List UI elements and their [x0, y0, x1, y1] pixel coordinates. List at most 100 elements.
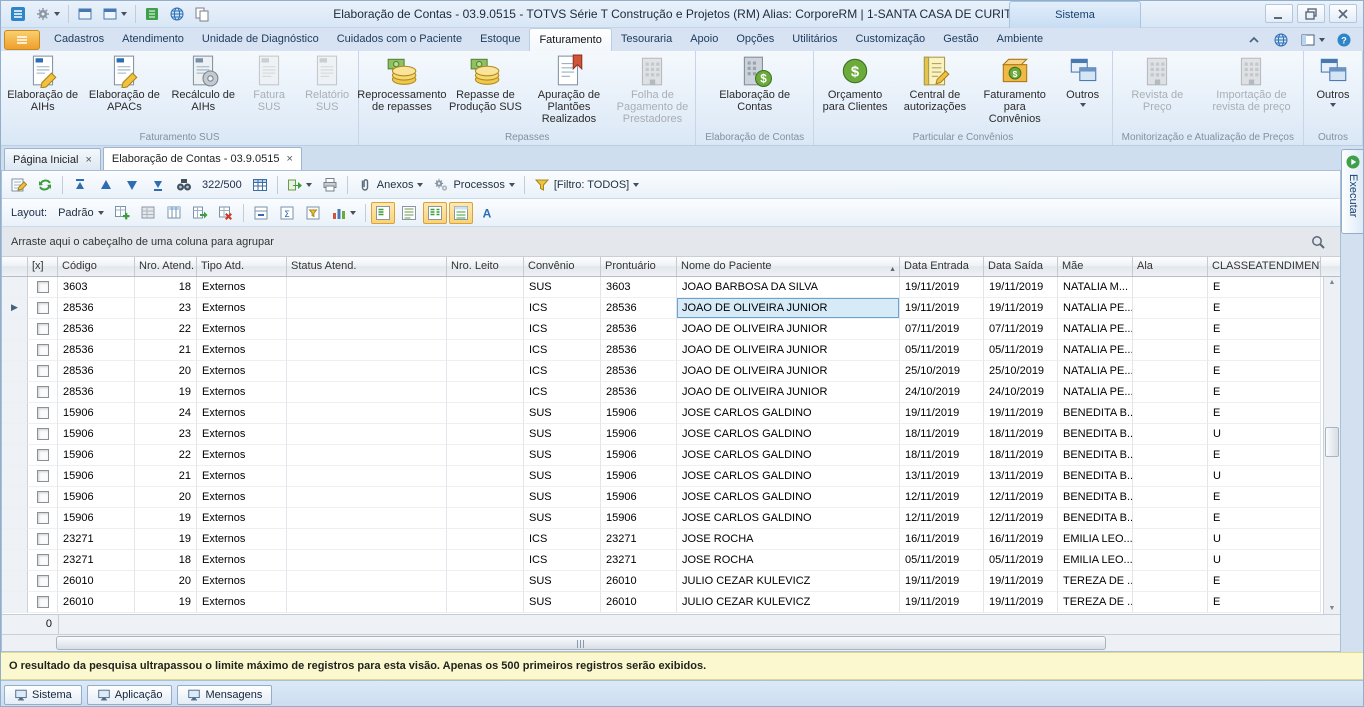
cell-nro-atend[interactable]: 22	[135, 319, 197, 340]
cell-classeatendimento[interactable]: U	[1208, 466, 1321, 487]
cell-ala[interactable]	[1133, 361, 1208, 382]
cell-mae[interactable]: BENEDITA B...	[1058, 466, 1133, 487]
cell-classeatendimento[interactable]: E	[1208, 319, 1321, 340]
table-row[interactable]: 1590622ExternosSUS15906JOSE CARLOS GALDI…	[2, 445, 1321, 466]
cell-mae[interactable]: TEREZA DE ...	[1058, 571, 1133, 592]
cell-x[interactable]	[28, 529, 58, 550]
globe-button[interactable]	[165, 3, 189, 25]
cell-convenio[interactable]: ICS	[524, 298, 601, 319]
delete-layout-button[interactable]	[214, 202, 238, 224]
cell-nome-do-paciente[interactable]: JOAO DE OLIVEIRA JUNIOR	[677, 340, 900, 361]
print-button[interactable]	[318, 174, 342, 196]
cell-data-saida[interactable]: 05/11/2019	[984, 550, 1058, 571]
cell-classeatendimento[interactable]: U	[1208, 550, 1321, 571]
cell-data-saida[interactable]: 16/11/2019	[984, 529, 1058, 550]
cell-ala[interactable]	[1133, 445, 1208, 466]
cell-status-atend[interactable]	[287, 487, 447, 508]
cell-nro-leito[interactable]	[447, 550, 524, 571]
cell-codigo[interactable]: 15906	[58, 403, 135, 424]
row-checkbox[interactable]	[37, 323, 49, 335]
column-header-convenio[interactable]: Convênio	[524, 257, 601, 276]
view-toggle-2[interactable]	[397, 202, 421, 224]
cell-convenio[interactable]: ICS	[524, 529, 601, 550]
cell-nro-atend[interactable]: 23	[135, 298, 197, 319]
cell-status-atend[interactable]	[287, 550, 447, 571]
cell-mae[interactable]: NATALIA PE...	[1058, 361, 1133, 382]
cell-classeatendimento[interactable]: E	[1208, 445, 1321, 466]
cell-prontuario[interactable]: 15906	[601, 424, 677, 445]
cell-data-entrada[interactable]: 19/11/2019	[900, 592, 984, 613]
cell-nome-do-paciente[interactable]: JOSE ROCHA	[677, 550, 900, 571]
cell-codigo[interactable]: 3603	[58, 277, 135, 298]
search-records-button[interactable]	[172, 174, 196, 196]
cell-ala[interactable]	[1133, 592, 1208, 613]
cell-prontuario[interactable]: 23271	[601, 550, 677, 571]
column-header-data-entrada[interactable]: Data Entrada	[900, 257, 984, 276]
cell-data-entrada[interactable]: 12/11/2019	[900, 487, 984, 508]
cell-x[interactable]	[28, 298, 58, 319]
ribbon-tab-ambiente[interactable]: Ambiente	[988, 29, 1052, 51]
cell-convenio[interactable]: ICS	[524, 340, 601, 361]
cell-ala[interactable]	[1133, 298, 1208, 319]
row-checkbox[interactable]	[37, 491, 49, 503]
cell-nome-do-paciente[interactable]: JOSE CARLOS GALDINO	[677, 424, 900, 445]
cell-prontuario[interactable]: 15906	[601, 466, 677, 487]
cell-tipo-atd[interactable]: Externos	[197, 340, 287, 361]
cell-data-entrada[interactable]: 19/11/2019	[900, 403, 984, 424]
cell-tipo-atd[interactable]: Externos	[197, 298, 287, 319]
ribbon-item-repasse-de-producao-sus[interactable]: Repasse de Produção SUS	[444, 53, 528, 114]
column-header-nome-do-paciente[interactable]: Nome do Paciente▲	[677, 257, 900, 276]
edit-record-button[interactable]	[7, 174, 31, 196]
row-checkbox[interactable]	[37, 302, 49, 314]
new-layout-button[interactable]	[110, 202, 134, 224]
cell-nro-leito[interactable]	[447, 571, 524, 592]
cell-tipo-atd[interactable]: Externos	[197, 424, 287, 445]
cell-data-entrada[interactable]: 19/11/2019	[900, 571, 984, 592]
cell-x[interactable]	[28, 445, 58, 466]
cell-nome-do-paciente[interactable]: JOSE CARLOS GALDINO	[677, 403, 900, 424]
cell-nro-leito[interactable]	[447, 277, 524, 298]
cell-prontuario[interactable]: 3603	[601, 277, 677, 298]
cell-nome-do-paciente[interactable]: JOSE CARLOS GALDINO	[677, 487, 900, 508]
cell-status-atend[interactable]	[287, 298, 447, 319]
ribbon-tab-faturamento[interactable]: Faturamento	[529, 28, 611, 51]
cell-x[interactable]	[28, 361, 58, 382]
cell-prontuario[interactable]: 28536	[601, 361, 677, 382]
cell-prontuario[interactable]: 15906	[601, 487, 677, 508]
cell-nro-leito[interactable]	[447, 508, 524, 529]
cell-ala[interactable]	[1133, 340, 1208, 361]
cell-classeatendimento[interactable]: E	[1208, 361, 1321, 382]
cell-nome-do-paciente[interactable]: JOSE CARLOS GALDINO	[677, 508, 900, 529]
statusbar-tab-mensagens[interactable]: Mensagens	[177, 685, 272, 705]
ribbon-item-recalculo-de-aihs[interactable]: Recálculo de AIHs	[165, 53, 241, 114]
cell-convenio[interactable]: SUS	[524, 445, 601, 466]
cell-tipo-atd[interactable]: Externos	[197, 466, 287, 487]
cell-ala[interactable]	[1133, 571, 1208, 592]
cell-convenio[interactable]: SUS	[524, 277, 601, 298]
cell-classeatendimento[interactable]: E	[1208, 277, 1321, 298]
cell-status-atend[interactable]	[287, 319, 447, 340]
horizontal-scrollbar[interactable]	[2, 634, 1340, 651]
cell-tipo-atd[interactable]: Externos	[197, 571, 287, 592]
cell-mae[interactable]: EMILIA LEO...	[1058, 529, 1133, 550]
scroll-up-icon[interactable]: ▲	[1324, 279, 1340, 286]
cell-nro-atend[interactable]: 19	[135, 592, 197, 613]
table-row[interactable]: 2601019ExternosSUS26010JULIO CEZAR KULEV…	[2, 592, 1321, 613]
cell-ala[interactable]	[1133, 466, 1208, 487]
cell-classeatendimento[interactable]: U	[1208, 424, 1321, 445]
minimize-button[interactable]	[1265, 4, 1293, 23]
cell-ala[interactable]	[1133, 319, 1208, 340]
column-header-nro-leito[interactable]: Nro. Leito	[447, 257, 524, 276]
cell-x[interactable]	[28, 319, 58, 340]
cell-mae[interactable]: TEREZA DE ...	[1058, 592, 1133, 613]
cell-mae[interactable]: NATALIA M...	[1058, 277, 1133, 298]
cell-data-entrada[interactable]: 24/10/2019	[900, 382, 984, 403]
cell-x[interactable]	[28, 487, 58, 508]
table-row[interactable]: 2601020ExternosSUS26010JULIO CEZAR KULEV…	[2, 571, 1321, 592]
layout-panels-button[interactable]	[1296, 31, 1329, 49]
first-record-button[interactable]	[68, 174, 92, 196]
next-record-button[interactable]	[120, 174, 144, 196]
cell-nro-leito[interactable]	[447, 487, 524, 508]
cell-prontuario[interactable]: 15906	[601, 445, 677, 466]
cell-mae[interactable]: BENEDITA B...	[1058, 508, 1133, 529]
